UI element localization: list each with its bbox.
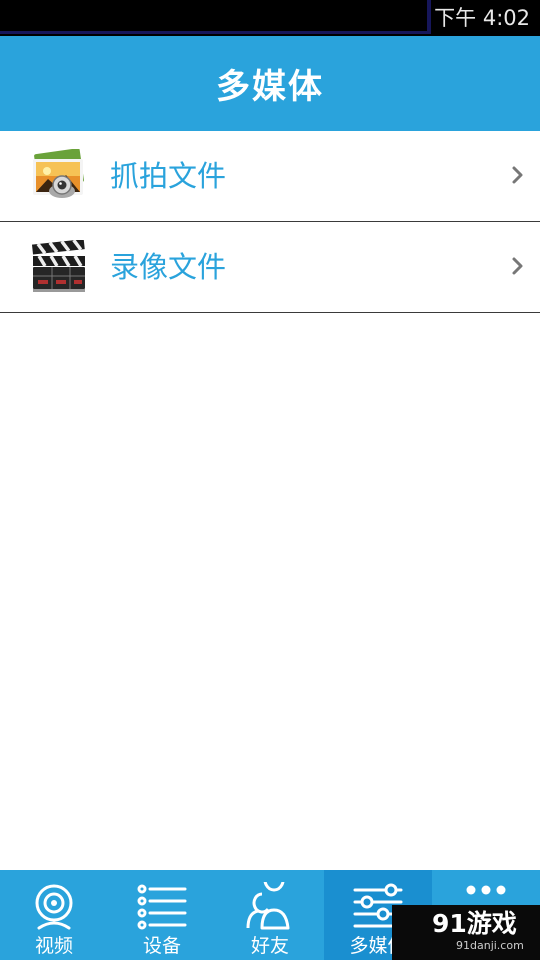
list-item-label: 抓拍文件 [110,159,227,193]
title-bar: 多媒体 [0,36,540,131]
status-bar: 下午 4:02 [0,0,540,36]
nav-item-friends[interactable]: 好友 [216,870,324,960]
list-item-label: 录像文件 [110,250,227,284]
webcam-icon [35,884,73,930]
status-time: 下午 4:02 [434,6,530,30]
chevron-right-icon [512,257,523,275]
nav-label: 好友 [250,935,289,957]
page-title: 多媒体 [216,67,324,107]
clapperboard-icon [31,240,85,292]
watermark-logo-text: 91游戏 [432,909,517,938]
nav-item-devices[interactable]: 设备 [108,870,216,960]
nav-label: 设备 [142,935,181,957]
status-bar-accent [0,31,430,34]
list-item-snapshots[interactable]: 抓拍文件 [0,131,540,222]
device-list-icon [137,884,187,930]
chevron-right-icon [512,166,523,184]
nav-item-video[interactable]: 视频 [0,870,108,960]
friends-icon [246,882,290,930]
watermark: 91游戏 91danji.com [392,905,540,960]
nav-label: 视频 [34,935,73,957]
status-bar-divider [427,0,431,34]
media-list: 抓拍文件 录像文件 [0,131,540,313]
watermark-url: 91danji.com [456,939,524,952]
list-item-recordings[interactable]: 录像文件 [0,222,540,313]
photos-icon [33,149,84,198]
